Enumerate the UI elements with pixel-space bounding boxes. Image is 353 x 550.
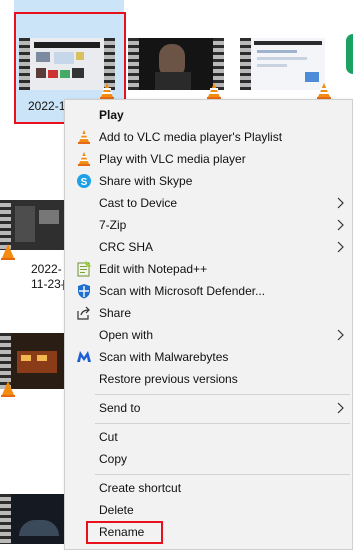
defender-icon	[78, 284, 90, 299]
notepad-plus-plus-icon	[77, 261, 91, 277]
filmstrip-left	[128, 38, 139, 90]
menu-separator	[95, 423, 350, 424]
vlc-cone-icon	[207, 83, 221, 99]
menu-item-label: Cast to Device	[99, 196, 178, 210]
filmstrip-left	[240, 38, 251, 90]
menu-item-label: Restore previous versions	[99, 372, 238, 386]
menu-item-add-to-vlc-playlist[interactable]: Add to VLC media player's Playlist	[65, 126, 352, 148]
malwarebytes-icon	[77, 351, 91, 362]
menu-item-play[interactable]: Play	[65, 104, 352, 126]
vlc-icon	[78, 152, 90, 166]
menu-item-label: Edit with Notepad++	[99, 262, 208, 276]
menu-item-label: 7-Zip	[99, 218, 127, 232]
menu-item-share[interactable]: Share	[65, 302, 352, 324]
video-thumbnail[interactable]	[139, 38, 213, 90]
menu-item-send-to[interactable]: Send to	[65, 397, 352, 419]
vlc-icon	[78, 130, 90, 144]
menu-item-share-with-skype[interactable]: S Share with Skype	[65, 170, 352, 192]
menu-item-7zip[interactable]: 7-Zip	[65, 214, 352, 236]
menu-item-label: Add to VLC media player's Playlist	[99, 130, 283, 144]
menu-item-restore-previous-versions[interactable]: Restore previous versions	[65, 368, 352, 390]
vlc-cone-icon	[1, 381, 15, 397]
menu-item-scan-with-malwarebytes[interactable]: Scan with Malwarebytes	[65, 346, 352, 368]
chevron-right-icon	[337, 329, 344, 341]
video-thumbnail[interactable]	[11, 494, 65, 544]
context-menu: Play Add to VLC media player's Playlist …	[64, 99, 353, 550]
menu-item-label: CRC SHA	[99, 240, 154, 254]
menu-separator	[95, 394, 350, 395]
menu-item-label: Open with	[99, 328, 154, 342]
menu-item-label: Play with VLC media player	[99, 152, 246, 166]
menu-separator	[95, 474, 350, 475]
green-app-icon	[346, 34, 353, 74]
chevron-right-icon	[337, 219, 344, 231]
menu-item-label: Send to	[99, 401, 141, 415]
menu-item-label: Copy	[99, 452, 128, 466]
menu-item-copy[interactable]: Copy	[65, 448, 352, 470]
svg-text:S: S	[81, 177, 88, 188]
file-name: 2022-1	[28, 99, 66, 113]
chevron-right-icon	[337, 241, 344, 253]
chevron-right-icon	[337, 197, 344, 209]
menu-item-label: Cut	[99, 430, 118, 444]
menu-item-label: Play	[99, 108, 124, 122]
highlight-rename	[86, 521, 163, 544]
menu-item-play-with-vlc[interactable]: Play with VLC media player	[65, 148, 352, 170]
menu-item-scan-with-defender[interactable]: Scan with Microsoft Defender...	[65, 280, 352, 302]
file-name: 2022- 11-23-	[31, 262, 65, 291]
share-icon	[77, 306, 90, 320]
menu-item-label: Scan with Microsoft Defender...	[99, 284, 266, 298]
menu-item-create-shortcut[interactable]: Create shortcut	[65, 477, 352, 499]
menu-item-label: Delete	[99, 503, 134, 517]
video-thumbnail[interactable]	[251, 38, 325, 90]
menu-item-label: Share	[99, 306, 132, 320]
menu-item-crc-sha[interactable]: CRC SHA	[65, 236, 352, 258]
menu-item-open-with[interactable]: Open with	[65, 324, 352, 346]
filmstrip	[0, 494, 11, 544]
menu-item-cast-to-device[interactable]: Cast to Device	[65, 192, 352, 214]
menu-item-label: Create shortcut	[99, 481, 182, 495]
menu-item-label: Scan with Malwarebytes	[99, 350, 229, 364]
video-thumbnail[interactable]	[11, 200, 65, 250]
menu-item-edit-with-notepad-plus-plus[interactable]: Edit with Notepad++	[65, 258, 352, 280]
menu-item-cut[interactable]: Cut	[65, 426, 352, 448]
vlc-cone-icon	[1, 244, 15, 260]
vlc-cone-icon	[317, 83, 331, 99]
video-thumbnail[interactable]	[11, 333, 65, 389]
menu-item-label: Share with Skype	[99, 174, 193, 188]
chevron-right-icon	[337, 402, 344, 414]
menu-item-delete[interactable]: Delete	[65, 499, 352, 521]
skype-icon: S	[77, 174, 91, 188]
